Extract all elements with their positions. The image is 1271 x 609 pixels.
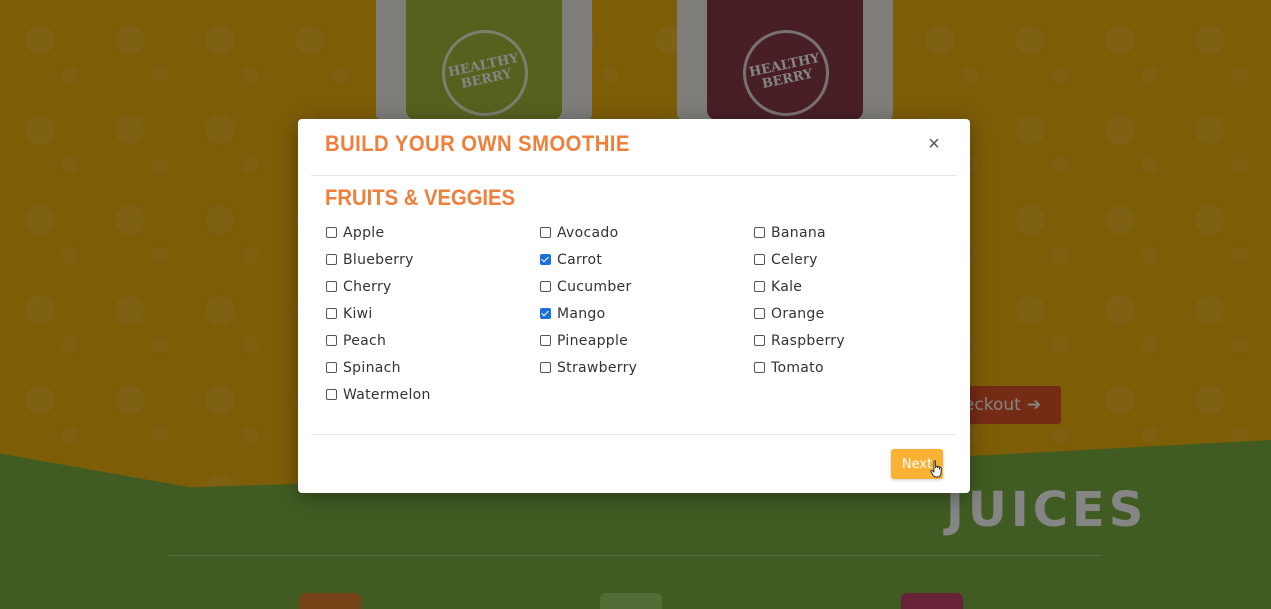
fruit-option-label: Watermelon	[343, 386, 431, 403]
fruit-option-label: Strawberry	[557, 359, 638, 376]
checkbox[interactable]	[326, 280, 337, 292]
checkbox[interactable]	[754, 280, 765, 292]
fruit-option-label: Kiwi	[343, 305, 373, 322]
checkbox[interactable]	[326, 307, 337, 319]
fruit-option-tomato[interactable]: Tomato	[754, 354, 954, 381]
modal-title: BUILD YOUR OWN SMOOTHIE	[325, 131, 630, 156]
fruit-option-label: Celery	[771, 251, 818, 268]
fruit-option-label: Raspberry	[771, 332, 845, 349]
fruit-option-cucumber[interactable]: Cucumber	[540, 273, 754, 300]
fruit-option-celery[interactable]: Celery	[754, 246, 954, 273]
fruit-option-label: Cucumber	[557, 278, 632, 295]
fruit-option-label: Kale	[771, 278, 803, 295]
checkbox[interactable]	[754, 334, 765, 346]
checkbox[interactable]	[540, 280, 551, 292]
checkbox[interactable]	[754, 226, 765, 238]
fruit-option-peach[interactable]: Peach	[326, 327, 540, 354]
modal-footer-divider	[311, 434, 956, 435]
checkbox[interactable]	[540, 253, 551, 265]
checkbox[interactable]	[754, 307, 765, 319]
fruit-option-label: Orange	[771, 305, 825, 322]
fruit-option-spinach[interactable]: Spinach	[326, 354, 540, 381]
fruit-option-label: Apple	[343, 224, 385, 241]
fruit-option-apple[interactable]: Apple	[326, 219, 540, 246]
fruit-option-label: Cherry	[343, 278, 392, 295]
fruit-option-cherry[interactable]: Cherry	[326, 273, 540, 300]
checkbox[interactable]	[754, 253, 765, 265]
checkbox[interactable]	[540, 226, 551, 238]
smoothie-builder-modal: BUILD YOUR OWN SMOOTHIE × FRUITS & VEGGI…	[298, 119, 970, 493]
fruit-option-label: Banana	[771, 224, 826, 241]
checkbox[interactable]	[326, 361, 337, 373]
fruit-option-mango[interactable]: Mango	[540, 300, 754, 327]
fruit-option-label: Spinach	[343, 359, 401, 376]
fruit-option-raspberry[interactable]: Raspberry	[754, 327, 954, 354]
fruit-option-watermelon[interactable]: Watermelon	[326, 381, 540, 408]
fruit-option-label: Blueberry	[343, 251, 414, 268]
checkbox[interactable]	[540, 334, 551, 346]
fruit-option-label: Carrot	[557, 251, 603, 268]
fruit-option-strawberry[interactable]: Strawberry	[540, 354, 754, 381]
close-icon[interactable]: ×	[924, 133, 944, 155]
checkbox[interactable]	[326, 334, 337, 346]
fruit-option-label: Tomato	[771, 359, 824, 376]
fruit-option-kiwi[interactable]: Kiwi	[326, 300, 540, 327]
section-title-fruits-veggies: FRUITS & VEGGIES	[325, 185, 516, 210]
checkbox[interactable]	[754, 361, 765, 373]
checkbox[interactable]	[540, 307, 551, 319]
checkbox[interactable]	[326, 226, 337, 238]
fruit-option-label: Mango	[557, 305, 606, 322]
fruit-option-kale[interactable]: Kale	[754, 273, 954, 300]
fruit-option-label: Avocado	[557, 224, 619, 241]
fruit-option-orange[interactable]: Orange	[754, 300, 954, 327]
checkbox[interactable]	[326, 253, 337, 265]
fruit-option-blueberry[interactable]: Blueberry	[326, 246, 540, 273]
checkbox[interactable]	[326, 388, 337, 400]
hand-cursor-icon	[930, 460, 942, 478]
fruit-option-carrot[interactable]: Carrot	[540, 246, 754, 273]
fruit-options-list: Apple Avocado Banana Blueberry Carrot Celery C…	[326, 219, 966, 408]
modal-header: BUILD YOUR OWN SMOOTHIE ×	[311, 119, 956, 176]
fruit-option-pineapple[interactable]: Pineapple	[540, 327, 754, 354]
fruit-option-label: Pineapple	[557, 332, 629, 349]
fruit-option-label: Peach	[343, 332, 387, 349]
checkbox[interactable]	[540, 361, 551, 373]
fruit-option-banana[interactable]: Banana	[754, 219, 954, 246]
fruit-option-avocado[interactable]: Avocado	[540, 219, 754, 246]
